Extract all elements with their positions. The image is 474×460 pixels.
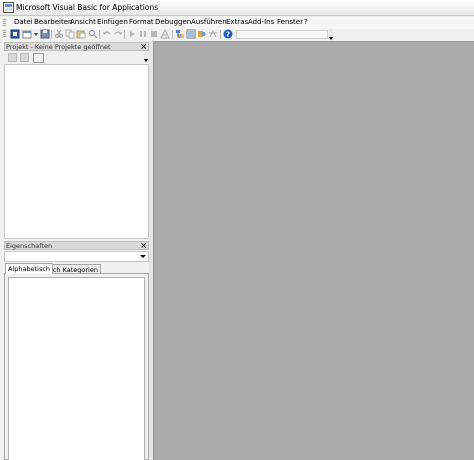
object-browser-icon[interactable] (197, 29, 207, 39)
help-icon[interactable]: ? (223, 29, 233, 39)
insert-userform-icon[interactable] (22, 29, 32, 39)
menu-datei[interactable]: Datei (14, 18, 33, 26)
toolbar-separator (99, 30, 100, 39)
copy-icon[interactable] (65, 29, 75, 39)
toggle-folders-icon[interactable] (33, 53, 44, 63)
tab-alphabetisch[interactable]: Alphabetisch (5, 263, 54, 274)
menubar-grip[interactable] (3, 19, 6, 27)
svg-text:?: ? (226, 31, 230, 39)
toolbar-separator (172, 30, 173, 39)
cut-icon[interactable] (54, 29, 64, 39)
undo-icon[interactable] (102, 29, 112, 39)
menu-format[interactable]: Format (129, 18, 154, 26)
project-panel-title: Projekt - Keine Projekte geöffnet (6, 43, 111, 51)
window-title: Microsoft Visual Basic for Applications (16, 3, 159, 12)
properties-tab-body (4, 273, 149, 460)
paste-icon[interactable] (76, 29, 86, 39)
menu-bar: Datei Bearbeiten Ansicht Einfügen Format… (0, 17, 474, 29)
toolbox-icon[interactable] (208, 29, 218, 39)
run-icon[interactable] (127, 29, 137, 39)
properties-panel-title: Eigenschaften (6, 242, 53, 250)
project-panel-close-button[interactable]: × (140, 42, 147, 51)
save-icon[interactable] (40, 29, 50, 39)
toolbar-separator (124, 30, 125, 39)
toolbar-grip[interactable] (3, 30, 6, 38)
properties-grid[interactable] (8, 277, 145, 460)
find-icon[interactable] (88, 29, 98, 39)
properties-panel-header: Eigenschaften × (4, 241, 149, 250)
menu-extras[interactable]: Extras (226, 18, 248, 26)
object-select-dropdown[interactable] (4, 251, 149, 262)
view-excel-icon[interactable] (10, 29, 20, 39)
project-tree[interactable] (4, 64, 149, 239)
menu-fenster[interactable]: Fenster (277, 18, 303, 26)
menu-add-ins[interactable]: Add-Ins (248, 18, 274, 26)
mdi-workspace (153, 41, 474, 460)
properties-window-icon[interactable] (186, 29, 196, 39)
menu-einfuegen[interactable]: Einfügen (97, 18, 128, 26)
view-code-icon[interactable] (8, 53, 17, 62)
menu-help[interactable]: ? (304, 18, 308, 26)
menu-bearbeiten[interactable]: Bearbeiten (34, 18, 72, 26)
toolbar-separator (220, 30, 221, 39)
menu-debuggen[interactable]: Debuggen (155, 18, 191, 26)
properties-panel-close-button[interactable]: × (140, 241, 147, 250)
design-mode-icon[interactable] (160, 29, 170, 39)
project-explorer-icon[interactable] (175, 29, 185, 39)
title-bar: Microsoft Visual Basic for Applications (0, 0, 474, 16)
vba-app-icon (3, 2, 14, 13)
toolbar-options-button[interactable] (329, 29, 333, 41)
toolbar-separator (51, 30, 52, 39)
project-panel-header: Projekt - Keine Projekte geöffnet × (4, 42, 149, 51)
menu-ansicht[interactable]: Ansicht (70, 18, 96, 26)
project-panel-toolbar (4, 51, 149, 64)
break-icon[interactable] (138, 29, 148, 39)
reset-icon[interactable] (149, 29, 159, 39)
chevron-down-icon (140, 255, 146, 258)
cursor-position-field (236, 30, 328, 39)
menu-ausfuehren[interactable]: Ausführen (191, 18, 227, 26)
standard-toolbar: ? (0, 29, 474, 41)
view-object-icon[interactable] (20, 53, 29, 62)
redo-icon[interactable] (113, 29, 123, 39)
